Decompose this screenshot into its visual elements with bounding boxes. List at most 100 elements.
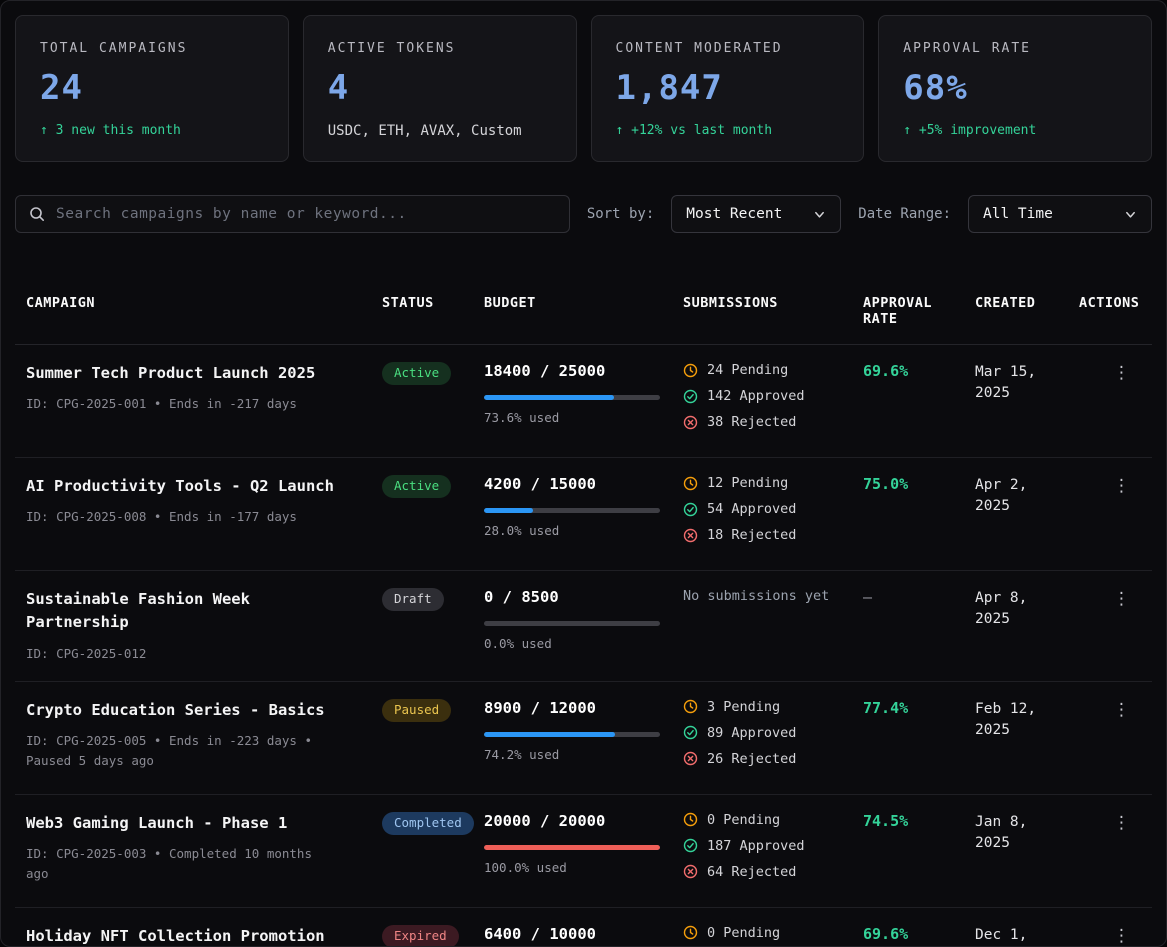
date-range-select[interactable]: All Time [968,195,1152,233]
budget-used-label: 73.6% used [484,410,683,425]
pending-count: 0 Pending [707,812,780,828]
pending-line: 12 Pending [683,475,863,491]
campaign-title: AI Productivity Tools - Q2 Launch [26,475,382,498]
actions-cell: ⋮ [1079,362,1152,440]
check-circle-icon [683,838,698,853]
stats-row: TOTAL CAMPAIGNS 24 ↑ 3 new this month AC… [15,15,1152,162]
stat-detail: USDC, ETH, AVAX, Custom [328,123,552,139]
campaign-title: Sustainable Fashion Week Partnership [26,588,382,635]
stat-card-content-moderated: CONTENT MODERATED 1,847 ↑ +12% vs last m… [591,15,865,162]
column-header-budget: BUDGET [484,295,683,327]
created-date-cell: Apr 8, 2025 [975,588,1047,664]
budget-progress-track [484,845,660,850]
rejected-count: 18 Rejected [707,527,796,543]
campaign-meta: ID: CPG-2025-003 • Completed 10 months a… [26,844,382,884]
budget-amount: 4200 / 15000 [484,475,683,493]
submissions-cell: 3 Pending 89 Approved 26 Rejected [683,699,863,777]
actions-cell: ⋮ [1079,812,1152,890]
pending-count: 3 Pending [707,699,780,715]
row-actions-button[interactable]: ⋮ [1105,699,1138,722]
budget-cell: 20000 / 20000 100.0% used [484,812,683,890]
stat-value: 1,847 [616,68,840,108]
row-actions-button[interactable]: ⋮ [1105,362,1138,385]
approved-count: 142 Approved [707,388,805,404]
approved-count: 89 Approved [707,725,796,741]
column-header-created: CREATED [975,295,1079,327]
x-circle-icon [683,864,698,879]
row-actions-button[interactable]: ⋮ [1105,925,1138,947]
column-header-campaign: CAMPAIGN [26,295,382,327]
status-badge: Active [382,362,451,385]
approved-line: 142 Approved [683,388,863,404]
campaign-meta: ID: CPG-2025-012 [26,644,382,664]
actions-cell: ⋮ [1079,699,1152,777]
status-cell: Paused [382,699,484,777]
budget-used-label: 74.2% used [484,747,683,762]
clock-icon [683,925,698,940]
status-badge: Draft [382,588,444,611]
table-row[interactable]: AI Productivity Tools - Q2 Launch ID: CP… [15,458,1152,571]
created-date-cell: Apr 2, 2025 [975,475,1047,553]
budget-used-label: 28.0% used [484,523,683,538]
rejected-line: 64 Rejected [683,864,863,880]
stat-trend: ↑ +5% improvement [903,123,1127,138]
stat-value: 4 [328,68,552,108]
budget-progress-fill [484,845,660,850]
approval-rate-cell: 69.6% [863,925,975,947]
stat-label: TOTAL CAMPAIGNS [40,41,264,56]
column-header-submissions: SUBMISSIONS [683,295,863,327]
table-row[interactable]: Sustainable Fashion Week Partnership ID:… [15,571,1152,682]
row-actions-button[interactable]: ⋮ [1105,588,1138,611]
status-cell: Active [382,362,484,440]
approval-rate-cell: — [863,588,975,664]
search-box[interactable] [15,195,570,233]
x-circle-icon [683,751,698,766]
date-range-select-value: All Time [983,206,1053,222]
approved-count: 187 Approved [707,838,805,854]
pending-line: 0 Pending [683,812,863,828]
campaign-cell: Summer Tech Product Launch 2025 ID: CPG-… [26,362,382,440]
stat-label: CONTENT MODERATED [616,41,840,56]
table-row[interactable]: Web3 Gaming Launch - Phase 1 ID: CPG-202… [15,795,1152,908]
approved-count: 54 Approved [707,501,796,517]
campaign-meta: ID: CPG-2025-008 • Ends in -177 days [26,507,382,527]
campaign-title: Web3 Gaming Launch - Phase 1 [26,812,382,835]
stat-card-active-tokens: ACTIVE TOKENS 4 USDC, ETH, AVAX, Custom [303,15,577,162]
row-actions-button[interactable]: ⋮ [1105,475,1138,498]
pending-line: 24 Pending [683,362,863,378]
sort-select[interactable]: Most Recent [671,195,841,233]
stat-value: 24 [40,68,264,108]
status-badge: Completed [382,812,474,835]
chevron-down-icon [1124,208,1137,221]
budget-amount: 18400 / 25000 [484,362,683,380]
budget-cell: 6400 / 10000 64.0% used [484,925,683,947]
campaign-meta: ID: CPG-2025-001 • Ends in -217 days [26,394,382,414]
column-header-actions: ACTIONS [1079,295,1153,327]
table-row[interactable]: Crypto Education Series - Basics ID: CPG… [15,682,1152,795]
no-submissions-text: No submissions yet [683,588,863,604]
table-row[interactable]: Holiday NFT Collection Promotion ID: CPG… [15,908,1152,947]
search-input[interactable] [56,206,556,222]
budget-amount: 0 / 8500 [484,588,683,606]
x-circle-icon [683,415,698,430]
check-circle-icon [683,502,698,517]
campaign-title: Summer Tech Product Launch 2025 [26,362,382,385]
clock-icon [683,363,698,378]
sort-by-label: Sort by: [587,206,654,222]
dashboard-page: TOTAL CAMPAIGNS 24 ↑ 3 new this month AC… [0,0,1167,947]
table-row[interactable]: Summer Tech Product Launch 2025 ID: CPG-… [15,345,1152,458]
column-header-approval-rate: APPROVAL RATE [863,295,975,327]
status-badge: Paused [382,699,451,722]
status-cell: Completed [382,812,484,890]
filter-bar: Sort by: Most Recent Date Range: All Tim… [15,195,1152,233]
status-cell: Expired [382,925,484,947]
budget-used-label: 100.0% used [484,860,683,875]
budget-progress-fill [484,732,615,737]
status-badge: Active [382,475,451,498]
campaign-cell: Crypto Education Series - Basics ID: CPG… [26,699,382,777]
campaign-cell: AI Productivity Tools - Q2 Launch ID: CP… [26,475,382,553]
row-actions-button[interactable]: ⋮ [1105,812,1138,835]
budget-amount: 20000 / 20000 [484,812,683,830]
column-header-status: STATUS [382,295,484,327]
table-header: CAMPAIGN STATUS BUDGET SUBMISSIONS APPRO… [15,295,1152,345]
